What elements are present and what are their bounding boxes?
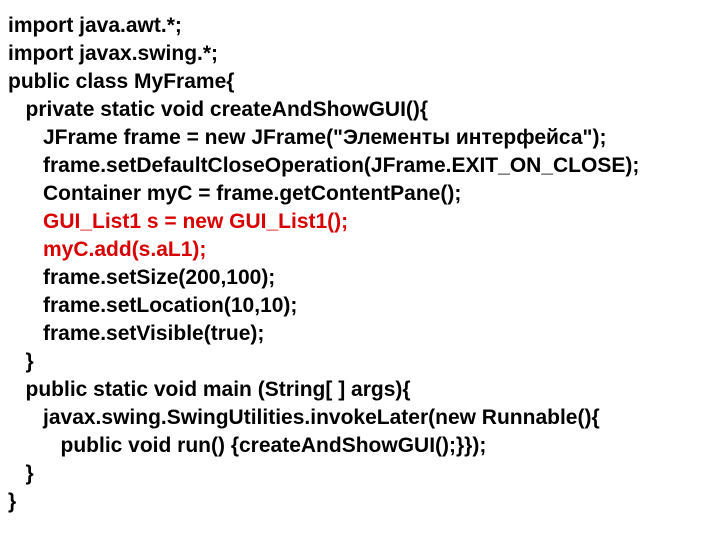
code-line: JFrame frame = new JFrame("Элементы инте… [8, 124, 712, 152]
code-line: GUI_List1 s = new GUI_List1(); [8, 208, 712, 236]
code-line: frame.setDefaultCloseOperation(JFrame.EX… [8, 152, 712, 180]
code-line: public void run() {createAndShowGUI();}}… [8, 432, 712, 460]
code-line: javax.swing.SwingUtilities.invokeLater(n… [8, 404, 712, 432]
code-line: import java.awt.*; [8, 12, 712, 40]
code-line: frame.setLocation(10,10); [8, 292, 712, 320]
code-line: import javax.swing.*; [8, 40, 712, 68]
code-line: myC.add(s.aL1); [8, 236, 712, 264]
code-line: public static void main (String[ ] args)… [8, 376, 712, 404]
code-line: public class MyFrame{ [8, 68, 712, 96]
code-line: Container myC = frame.getContentPane(); [8, 180, 712, 208]
code-line: frame.setVisible(true); [8, 320, 712, 348]
code-line: } [8, 488, 712, 516]
code-block: import java.awt.*;import javax.swing.*;p… [0, 0, 720, 528]
code-line: private static void createAndShowGUI(){ [8, 96, 712, 124]
code-line: } [8, 460, 712, 488]
code-line: } [8, 348, 712, 376]
code-line: frame.setSize(200,100); [8, 264, 712, 292]
